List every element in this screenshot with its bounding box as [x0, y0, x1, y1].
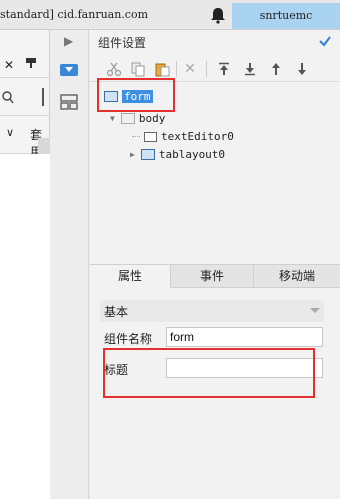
texteditor-icon	[144, 131, 157, 142]
highlight-box	[103, 348, 315, 398]
panel-header: 组件设置	[90, 30, 340, 54]
tree-line-icon	[132, 136, 140, 137]
highlight-box	[97, 78, 175, 112]
layout-icon[interactable]	[60, 94, 78, 113]
tree-node-label: tablayout0	[158, 148, 226, 161]
tab-mobile[interactable]: 移动端	[254, 265, 340, 288]
move-top-icon[interactable]	[214, 59, 234, 79]
window-title: standard] cid.fanruan.com	[0, 8, 149, 21]
body-icon	[120, 113, 135, 124]
chevron-right-icon[interactable]: ▶	[64, 34, 73, 48]
move-down-icon[interactable]	[292, 59, 312, 79]
move-up-icon[interactable]	[266, 59, 286, 79]
property-tabs: 属性 事件 移动端	[90, 264, 340, 288]
tablayout-icon	[140, 149, 155, 160]
scroll-button[interactable]	[38, 138, 50, 154]
left-toolbar-row	[0, 80, 50, 116]
expand-icon[interactable]: ▼	[110, 114, 115, 123]
left-canvas	[0, 154, 50, 499]
divider-icon	[42, 88, 44, 106]
copy-icon[interactable]	[128, 59, 148, 79]
delete-icon[interactable]: ✕	[180, 59, 200, 79]
toolbar-divider	[176, 61, 177, 77]
component-name-label: 组件名称	[104, 332, 153, 346]
panel-title: 组件设置	[98, 36, 147, 50]
dropdown-widget-icon[interactable]	[60, 64, 78, 76]
tree-node-body[interactable]: ▼ body	[110, 112, 165, 125]
expand-icon[interactable]: ▶	[130, 150, 135, 159]
section-title: 基本	[104, 305, 129, 319]
left-tab-row: ✕	[0, 52, 50, 78]
user-badge[interactable]: snrtuemc	[232, 3, 340, 29]
pin-icon[interactable]	[24, 56, 38, 73]
component-name-field[interactable]: form	[166, 327, 323, 347]
toolbar-divider	[206, 61, 207, 77]
collapse-icon[interactable]	[310, 308, 320, 313]
component-tree: form ▼ body textEditor0 ▶ tablayout0	[90, 82, 340, 290]
paste-icon[interactable]	[152, 59, 172, 79]
tree-node-texteditor[interactable]: textEditor0	[132, 130, 234, 143]
tab-properties[interactable]: 属性	[90, 265, 170, 288]
move-bottom-icon[interactable]	[240, 59, 260, 79]
tree-node-tablayout[interactable]: ▶ tablayout0	[130, 148, 225, 161]
search-icon[interactable]	[2, 90, 14, 107]
left-pane: ✕ ∨ 套用	[0, 30, 50, 499]
cut-icon[interactable]	[104, 59, 124, 79]
icon-strip: ▶	[51, 30, 89, 499]
chevron-down-icon[interactable]: ∨	[6, 126, 14, 139]
section-basic[interactable]: 基本	[100, 300, 324, 322]
close-icon[interactable]: ✕	[4, 58, 14, 72]
bell-icon[interactable]	[208, 6, 228, 24]
tree-node-label: body	[138, 112, 166, 125]
tab-events[interactable]: 事件	[171, 265, 253, 288]
tree-node-label: textEditor0	[161, 130, 234, 143]
top-bar: standard] cid.fanruan.com snrtuemc	[0, 0, 340, 30]
check-icon[interactable]	[318, 34, 332, 48]
